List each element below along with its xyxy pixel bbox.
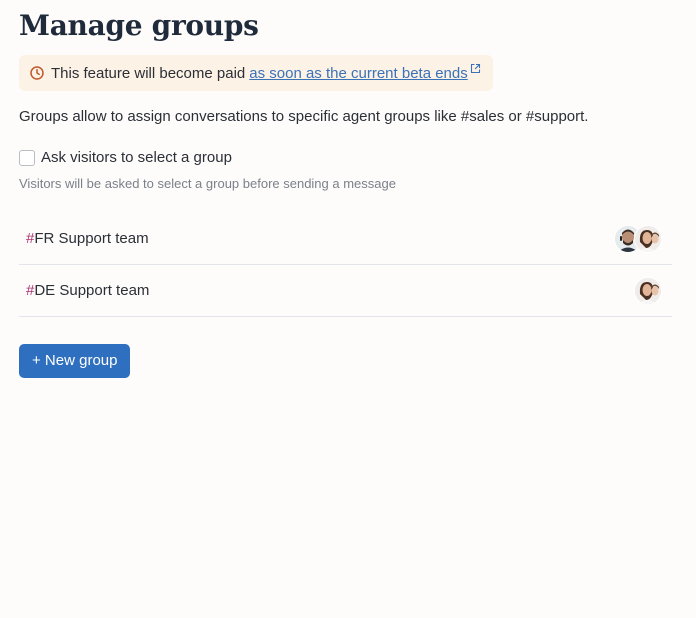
page-title: Manage groups	[19, 9, 259, 42]
group-name[interactable]: #DE Support team	[26, 282, 149, 299]
new-group-button[interactable]: + New group	[19, 344, 131, 378]
clock-icon	[30, 66, 44, 80]
group-name-text: DE Support team	[34, 282, 150, 299]
beta-notice: This feature will become paid as soon as…	[19, 55, 493, 91]
group-name-text: FR Support team	[34, 230, 149, 247]
group-row-de[interactable]: #DE Support team	[19, 265, 672, 317]
avatar	[634, 224, 662, 253]
beta-end-link[interactable]: as soon as the current beta ends	[249, 65, 467, 82]
select-group-option[interactable]: Ask visitors to select a group	[19, 149, 672, 166]
groups-list: #FR Support team #DE Support team	[19, 213, 672, 317]
group-avatars	[634, 276, 662, 305]
external-link-icon	[470, 63, 480, 73]
select-group-hint: Visitors will be asked to select a group…	[19, 176, 396, 191]
manage-groups-page: Manage groups This feature will become p…	[0, 0, 696, 378]
group-row-fr[interactable]: #FR Support team	[19, 213, 672, 265]
group-avatars	[614, 224, 662, 253]
avatar	[634, 276, 662, 305]
select-group-checkbox[interactable]	[19, 149, 35, 166]
groups-description: Groups allow to assign conversations to …	[19, 108, 589, 125]
group-name[interactable]: #FR Support team	[26, 230, 149, 247]
notice-text: This feature will become paid	[51, 64, 246, 82]
select-group-label[interactable]: Ask visitors to select a group	[41, 149, 232, 166]
